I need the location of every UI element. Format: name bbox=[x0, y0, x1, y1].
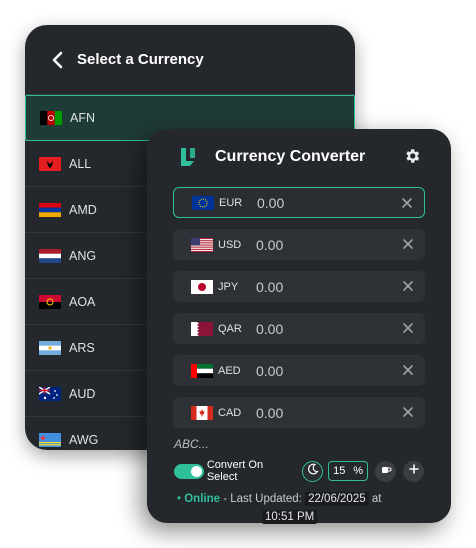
netherlands-flag-icon bbox=[39, 248, 61, 263]
amount-input-aed[interactable] bbox=[256, 362, 376, 379]
chevron-left-icon[interactable] bbox=[51, 49, 73, 71]
percent-input[interactable]: 15 % bbox=[328, 461, 368, 481]
online-dot-icon: • bbox=[177, 493, 182, 505]
last-updated-time: 10:51 PM bbox=[262, 510, 318, 524]
currency-row-jpy[interactable]: JPY bbox=[173, 271, 425, 302]
select-title: Select a Currency bbox=[77, 51, 204, 68]
currency-code: ALL bbox=[69, 156, 92, 171]
add-button[interactable] bbox=[403, 460, 424, 482]
close-icon[interactable] bbox=[401, 363, 415, 377]
currency-row-aed[interactable]: AED bbox=[173, 355, 425, 386]
plus-icon bbox=[408, 462, 420, 480]
online-status: Online bbox=[184, 493, 221, 505]
close-icon[interactable] bbox=[400, 196, 414, 210]
currency-row-qar[interactable]: QAR bbox=[173, 313, 425, 344]
currency-code: ANG bbox=[69, 248, 97, 263]
uae-flag-icon bbox=[191, 363, 213, 378]
at-label: at bbox=[371, 493, 382, 505]
currency-converter-panel: Currency Converter EUR USD bbox=[147, 129, 451, 526]
last-updated-label: - Last Updated: bbox=[223, 493, 302, 505]
close-icon[interactable] bbox=[401, 237, 415, 251]
currency-code: EUR bbox=[219, 196, 243, 209]
currency-rows: EUR USD JPY bbox=[173, 187, 425, 439]
amount-input-usd[interactable] bbox=[256, 236, 376, 253]
convert-on-select-label: Convert On Select bbox=[206, 459, 264, 483]
currency-code: QAR bbox=[218, 322, 242, 335]
moon-icon bbox=[307, 462, 319, 480]
toggle-knob bbox=[190, 465, 202, 477]
currency-code: AFN bbox=[70, 111, 95, 125]
argentina-flag-icon bbox=[39, 340, 61, 355]
currency-code: ARS bbox=[69, 340, 95, 355]
currency-row-eur[interactable]: EUR bbox=[173, 187, 425, 218]
japan-flag-icon bbox=[191, 279, 213, 294]
currency-code: USD bbox=[218, 238, 242, 251]
afghanistan-flag-icon bbox=[40, 111, 62, 125]
eu-flag-icon bbox=[192, 195, 214, 210]
tip-button[interactable] bbox=[375, 460, 396, 482]
app-logo-icon bbox=[178, 146, 198, 168]
add-currency-input[interactable]: ABC... bbox=[174, 437, 209, 451]
amount-input-qar[interactable] bbox=[256, 320, 376, 337]
close-icon[interactable] bbox=[401, 405, 415, 419]
last-updated-date: 22/06/2025 bbox=[305, 492, 369, 506]
currency-code: AMD bbox=[69, 202, 97, 217]
currency-code: AED bbox=[218, 364, 241, 377]
gear-icon[interactable] bbox=[403, 147, 421, 165]
canada-flag-icon bbox=[191, 405, 213, 420]
select-header: Select a Currency bbox=[25, 25, 355, 95]
us-flag-icon bbox=[191, 237, 213, 252]
amount-input-eur[interactable] bbox=[257, 194, 377, 211]
albania-flag-icon bbox=[39, 156, 61, 171]
currency-code: CAD bbox=[218, 406, 242, 419]
currency-code: AUD bbox=[69, 386, 96, 401]
converter-title: Currency Converter bbox=[215, 148, 366, 165]
converter-header: Currency Converter bbox=[147, 129, 451, 185]
convert-on-select-toggle[interactable] bbox=[174, 463, 204, 479]
amount-input-cad[interactable] bbox=[256, 404, 376, 421]
close-icon[interactable] bbox=[401, 279, 415, 293]
coffee-mug-icon bbox=[380, 462, 392, 480]
percent-value: 15 bbox=[333, 465, 346, 477]
australia-flag-icon bbox=[39, 386, 61, 401]
amount-input-jpy[interactable] bbox=[256, 278, 376, 295]
status-line: • Online - Last Updated: 22/06/2025 at 1… bbox=[177, 490, 427, 526]
aruba-flag-icon bbox=[39, 432, 61, 447]
qatar-flag-icon bbox=[191, 321, 213, 336]
currency-row-usd[interactable]: USD bbox=[173, 229, 425, 260]
currency-code: AWG bbox=[69, 432, 99, 447]
close-icon[interactable] bbox=[401, 321, 415, 335]
percent-symbol: % bbox=[353, 465, 363, 477]
dark-mode-button[interactable] bbox=[302, 460, 324, 482]
currency-code: JPY bbox=[218, 280, 239, 293]
controls-bar: Convert On Select 15 % bbox=[174, 459, 424, 483]
currency-code: AOA bbox=[69, 294, 96, 309]
armenia-flag-icon bbox=[39, 202, 61, 217]
angola-flag-icon bbox=[39, 294, 61, 309]
currency-row-cad[interactable]: CAD bbox=[173, 397, 425, 428]
